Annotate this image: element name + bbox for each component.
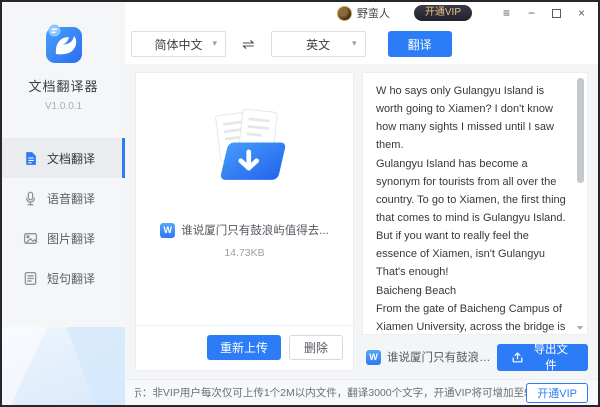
menu-icon[interactable]: ≡ xyxy=(494,2,519,24)
open-vip-pill-button[interactable]: 开通VIP xyxy=(414,5,472,21)
sentence-icon xyxy=(23,271,38,286)
export-row: W 谁说厦门只有鼓浪屿... 导出文件 xyxy=(362,343,588,371)
export-file-name: 谁说厦门只有鼓浪屿... xyxy=(387,349,497,365)
username: 野蛮人 xyxy=(357,5,390,21)
main-area: 野蛮人 开通VIP ≡ − × 简体中文 ▾ ⇌ 英文 ▾ 翻译 xyxy=(125,2,598,405)
swap-languages-icon[interactable]: ⇌ xyxy=(242,35,255,53)
sidebar-item-短句翻译[interactable]: 短句翻译 xyxy=(2,258,125,298)
delete-button[interactable]: 删除 xyxy=(289,335,343,360)
titlebar: 野蛮人 开通VIP ≡ − × xyxy=(125,2,598,24)
source-language-value: 简体中文 xyxy=(154,36,202,53)
uploaded-file-row: W 谁说厦门只有鼓浪屿值得去... xyxy=(160,222,329,238)
sidebar: 文档翻译器 V1.0.0.1 文档翻译语音翻译图片翻译短句翻译 xyxy=(2,2,125,405)
app-name: 文档翻译器 xyxy=(2,76,125,95)
translation-result-panel: W ho says only Gulangyu Island is worth … xyxy=(362,72,588,335)
sidebar-item-label: 语音翻译 xyxy=(47,190,95,207)
sidebar-item-label: 文档翻译 xyxy=(47,150,95,167)
scrollbar-thumb[interactable] xyxy=(577,78,584,183)
app-window: 文档翻译器 V1.0.0.1 文档翻译语音翻译图片翻译短句翻译 野蛮人 开通VI… xyxy=(0,0,600,407)
target-language-select[interactable]: 英文 ▾ xyxy=(271,31,366,57)
app-logo-icon xyxy=(43,22,85,69)
export-file-button[interactable]: 导出文件 xyxy=(497,344,588,371)
source-language-select[interactable]: 简体中文 ▾ xyxy=(131,31,226,57)
upload-actions: 重新上传 删除 xyxy=(136,326,353,370)
chevron-down-icon: ▾ xyxy=(212,38,217,49)
translated-paragraph: Baicheng Beach xyxy=(376,282,569,300)
sidebar-item-label: 图片翻译 xyxy=(47,230,95,247)
footer-bar: ◎ 友情提示：非VIP用户每次仅可上传1个2M以内文件，翻译3000个文字，开通… xyxy=(125,379,598,405)
user-account[interactable]: 野蛮人 xyxy=(337,5,390,21)
document-icon xyxy=(23,151,38,166)
sidebar-menu: 文档翻译语音翻译图片翻译短句翻译 xyxy=(2,138,125,298)
app-logo-block: 文档翻译器 V1.0.0.1 xyxy=(2,2,125,112)
scrollbar-down-arrow-icon[interactable] xyxy=(577,326,583,330)
friendly-tip: ◎ 友情提示：非VIP用户每次仅可上传1个2M以内文件，翻译3000个文字，开通… xyxy=(135,385,526,400)
translated-paragraph: From the gate of Baicheng Campus of Xiam… xyxy=(376,300,569,335)
sidebar-item-文档翻译[interactable]: 文档翻译 xyxy=(2,138,125,178)
word-file-icon: W xyxy=(160,223,175,238)
upload-panel: W 谁说厦门只有鼓浪屿值得去... 14.73KB 重新上传 删除 xyxy=(135,72,354,371)
minimize-icon[interactable]: − xyxy=(519,2,544,24)
uploaded-file-name: 谁说厦门只有鼓浪屿值得去... xyxy=(181,222,329,238)
chevron-down-icon: ▾ xyxy=(352,38,357,49)
export-file-row: W 谁说厦门只有鼓浪屿... xyxy=(362,349,497,365)
user-avatar xyxy=(337,6,352,21)
open-vip-button[interactable]: 开通VIP xyxy=(526,383,588,403)
content-area: W 谁说厦门只有鼓浪屿值得去... 14.73KB 重新上传 删除 W ho s… xyxy=(125,64,598,379)
image-icon xyxy=(23,231,38,246)
export-icon xyxy=(512,352,523,363)
upload-folder-icon xyxy=(193,107,297,198)
translated-paragraph: Gulangyu Island has become a synonym for… xyxy=(376,155,569,264)
scrollbar-track[interactable] xyxy=(577,78,584,322)
sidebar-item-label: 短句翻译 xyxy=(47,270,95,287)
sidebar-item-语音翻译[interactable]: 语音翻译 xyxy=(2,178,125,218)
microphone-icon xyxy=(23,191,38,206)
result-column: W ho says only Gulangyu Island is worth … xyxy=(362,72,588,371)
close-icon[interactable]: × xyxy=(569,2,594,24)
word-file-icon: W xyxy=(366,350,381,365)
sidebar-decoration xyxy=(2,327,125,405)
app-version: V1.0.0.1 xyxy=(2,101,125,112)
translated-text: W ho says only Gulangyu Island is worth … xyxy=(376,82,569,335)
language-bar: 简体中文 ▾ ⇌ 英文 ▾ 翻译 xyxy=(125,24,598,64)
translate-button[interactable]: 翻译 xyxy=(388,31,452,57)
translated-paragraph: That's enough! xyxy=(376,263,569,281)
friendly-tip-text: 友情提示：非VIP用户每次仅可上传1个2M以内文件，翻译3000个文字，开通VI… xyxy=(135,385,526,400)
reupload-button[interactable]: 重新上传 xyxy=(207,335,281,360)
target-language-value: 英文 xyxy=(306,36,330,53)
sidebar-item-图片翻译[interactable]: 图片翻译 xyxy=(2,218,125,258)
uploaded-file-size: 14.73KB xyxy=(224,247,264,259)
maximize-icon[interactable] xyxy=(544,2,569,24)
translated-paragraph: W ho says only Gulangyu Island is worth … xyxy=(376,82,569,155)
